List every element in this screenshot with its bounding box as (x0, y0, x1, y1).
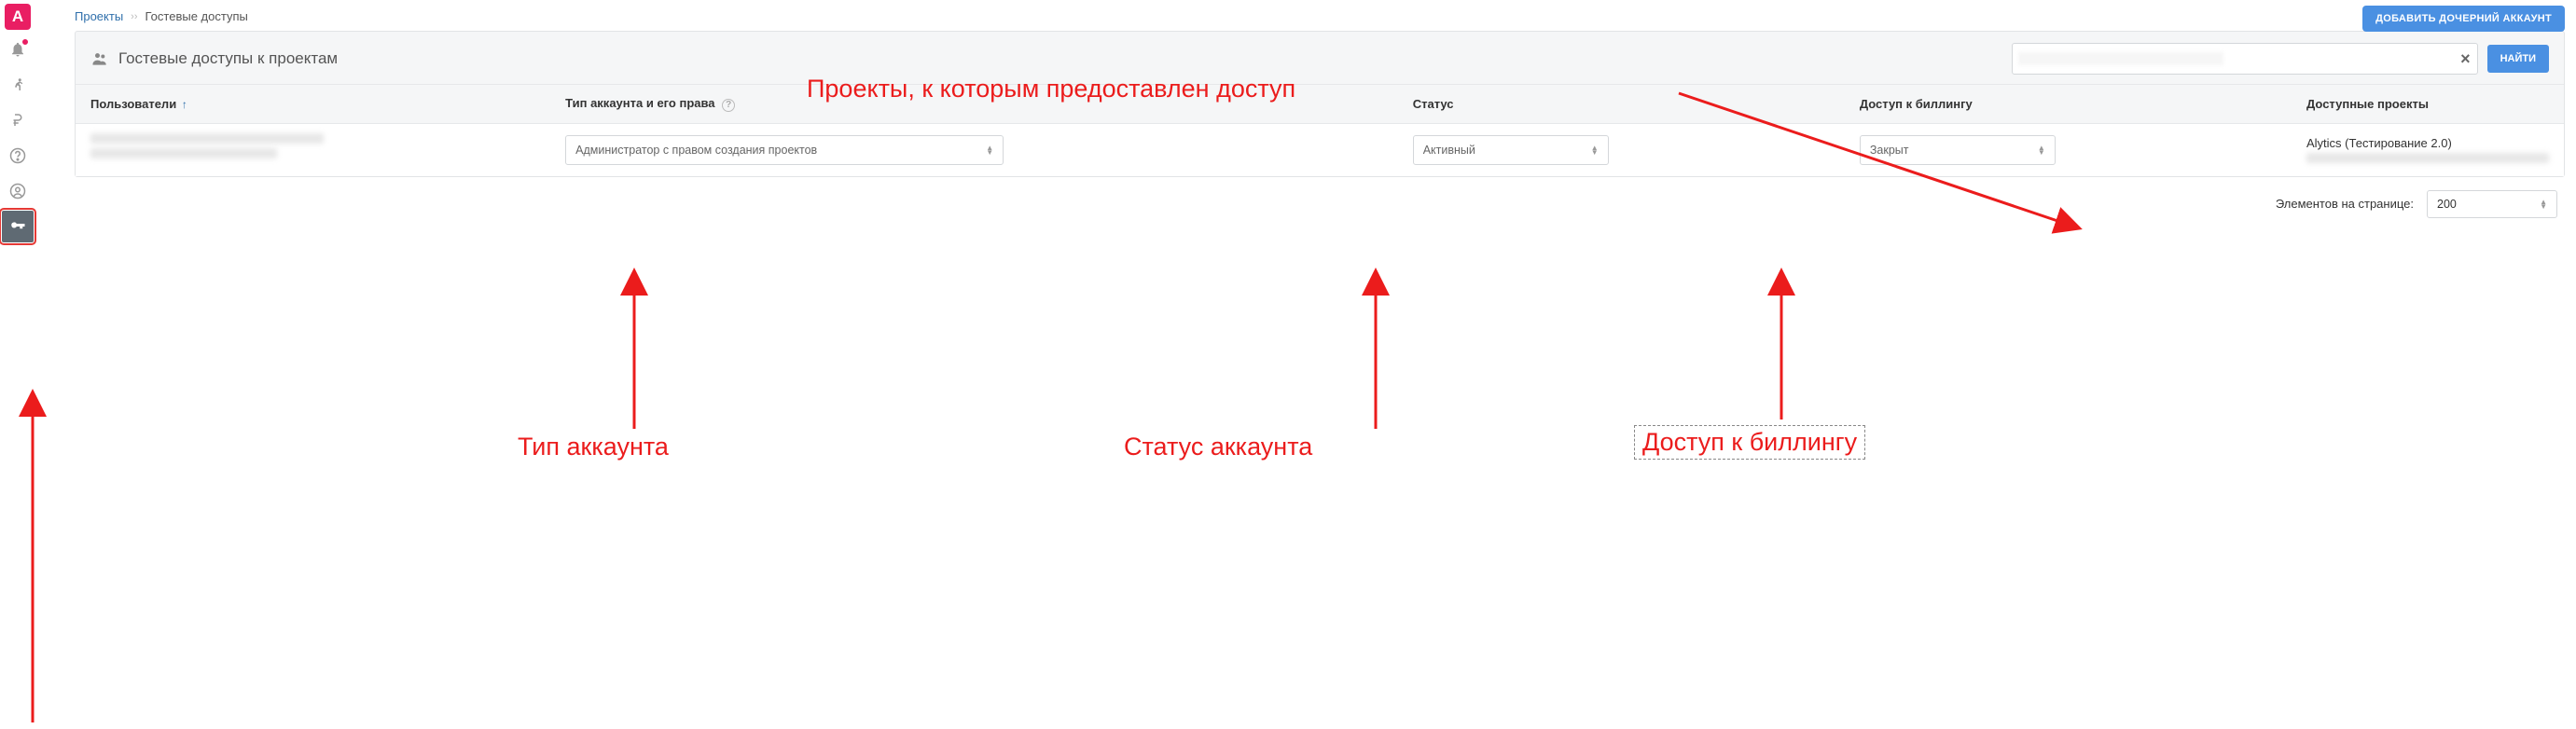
help-icon[interactable]: ? (722, 99, 735, 112)
search-input[interactable] (2012, 43, 2478, 75)
main-area: Проекты ›› Гостевые доступы ДОБАВИТЬ ДОЧ… (35, 0, 2565, 218)
billing-select[interactable]: Закрыт ▲▼ (1860, 135, 2056, 165)
page-size-label: Элементов на странице: (2276, 197, 2414, 211)
sidebar-bell[interactable] (2, 34, 34, 65)
notification-dot-icon (21, 38, 29, 46)
table-header-row: Пользователи ↑ Тип аккаунта и его права … (76, 85, 2564, 124)
sort-asc-icon: ↑ (182, 98, 187, 111)
project-name-redacted (2306, 153, 2549, 163)
chevron-right-icon: ›› (131, 11, 137, 22)
logo[interactable]: A (5, 4, 31, 30)
col-users-label: Пользователи (90, 97, 176, 111)
project-name: Alytics (Тестирование 2.0) (2306, 136, 2549, 150)
page-size-value: 200 (2437, 198, 2457, 211)
caret-sort-icon: ▲▼ (2038, 145, 2045, 155)
sidebar-help[interactable] (2, 140, 34, 172)
breadcrumb: Проекты ›› Гостевые доступы (35, 0, 2565, 31)
sidebar-billing[interactable] (2, 104, 34, 136)
col-status: Статус (1398, 85, 1845, 124)
status-select[interactable]: Активный ▲▼ (1413, 135, 1609, 165)
search-box: × (2012, 43, 2478, 75)
ruble-icon (9, 112, 26, 129)
key-icon (9, 218, 26, 235)
panel-header: Гостевые доступы к проектам × НАЙТИ (76, 32, 2564, 84)
breadcrumb-root[interactable]: Проекты (75, 9, 123, 23)
user-circle-icon (9, 183, 26, 199)
access-table: Пользователи ↑ Тип аккаунта и его права … (76, 84, 2564, 176)
status-value: Активный (1423, 144, 1475, 157)
projects-cell: Alytics (Тестирование 2.0) (2306, 136, 2549, 163)
col-account-type: Тип аккаунта и его права ? (550, 85, 1398, 124)
col-billing-label: Доступ к биллингу (1860, 97, 1973, 111)
left-sidebar: A (0, 0, 35, 729)
sidebar-access-keys[interactable] (2, 211, 34, 242)
caret-sort-icon: ▲▼ (1591, 145, 1599, 155)
sidebar-profile[interactable] (2, 175, 34, 207)
clear-search-icon[interactable]: × (2460, 50, 2471, 67)
guest-access-panel: Гостевые доступы к проектам × НАЙТИ (75, 31, 2565, 177)
breadcrumb-current: Гостевые доступы (145, 9, 248, 23)
sidebar-activity[interactable] (2, 69, 34, 101)
account-type-select[interactable]: Администратор с правом создания проектов… (565, 135, 1004, 165)
arrow-account-type-icon (620, 270, 648, 438)
users-icon (90, 49, 109, 68)
account-type-value: Администратор с правом создания проектов (575, 144, 817, 157)
search-bar: × НАЙТИ (2012, 43, 2549, 75)
col-projects: Доступные проекты (2292, 85, 2564, 124)
arrow-status-icon (1362, 270, 1390, 438)
user-cell-redacted (90, 133, 535, 167)
caret-sort-icon: ▲▼ (2540, 199, 2547, 209)
panel-title-wrap: Гостевые доступы к проектам (90, 49, 338, 68)
logo-letter: A (12, 7, 23, 26)
page-size-select[interactable]: 200 ▲▼ (2427, 190, 2557, 218)
col-projects-label: Доступные проекты (2306, 97, 2429, 111)
panel-title: Гостевые доступы к проектам (118, 49, 338, 68)
find-button[interactable]: НАЙТИ (2487, 45, 2549, 73)
anno-account-type: Тип аккаунта (518, 433, 669, 461)
billing-value: Закрыт (1870, 144, 1909, 157)
caret-sort-icon: ▲▼ (986, 145, 993, 155)
arrow-billing-icon (1767, 270, 1795, 429)
col-account-type-label: Тип аккаунта и его права (565, 96, 714, 110)
col-users[interactable]: Пользователи ↑ (76, 85, 550, 124)
col-status-label: Статус (1413, 97, 1454, 111)
add-child-account-button[interactable]: ДОБАВИТЬ ДОЧЕРНИЙ АККАУНТ (2362, 6, 2565, 32)
table-row: Администратор с правом создания проектов… (76, 123, 2564, 176)
running-man-icon (9, 76, 26, 93)
question-icon (9, 147, 26, 164)
anno-status: Статус аккаунта (1124, 433, 1312, 461)
pagination: Элементов на странице: 200 ▲▼ (75, 177, 2565, 218)
col-billing: Доступ к биллингу (1845, 85, 2292, 124)
anno-billing: Доступ к биллингу (1634, 425, 1865, 460)
